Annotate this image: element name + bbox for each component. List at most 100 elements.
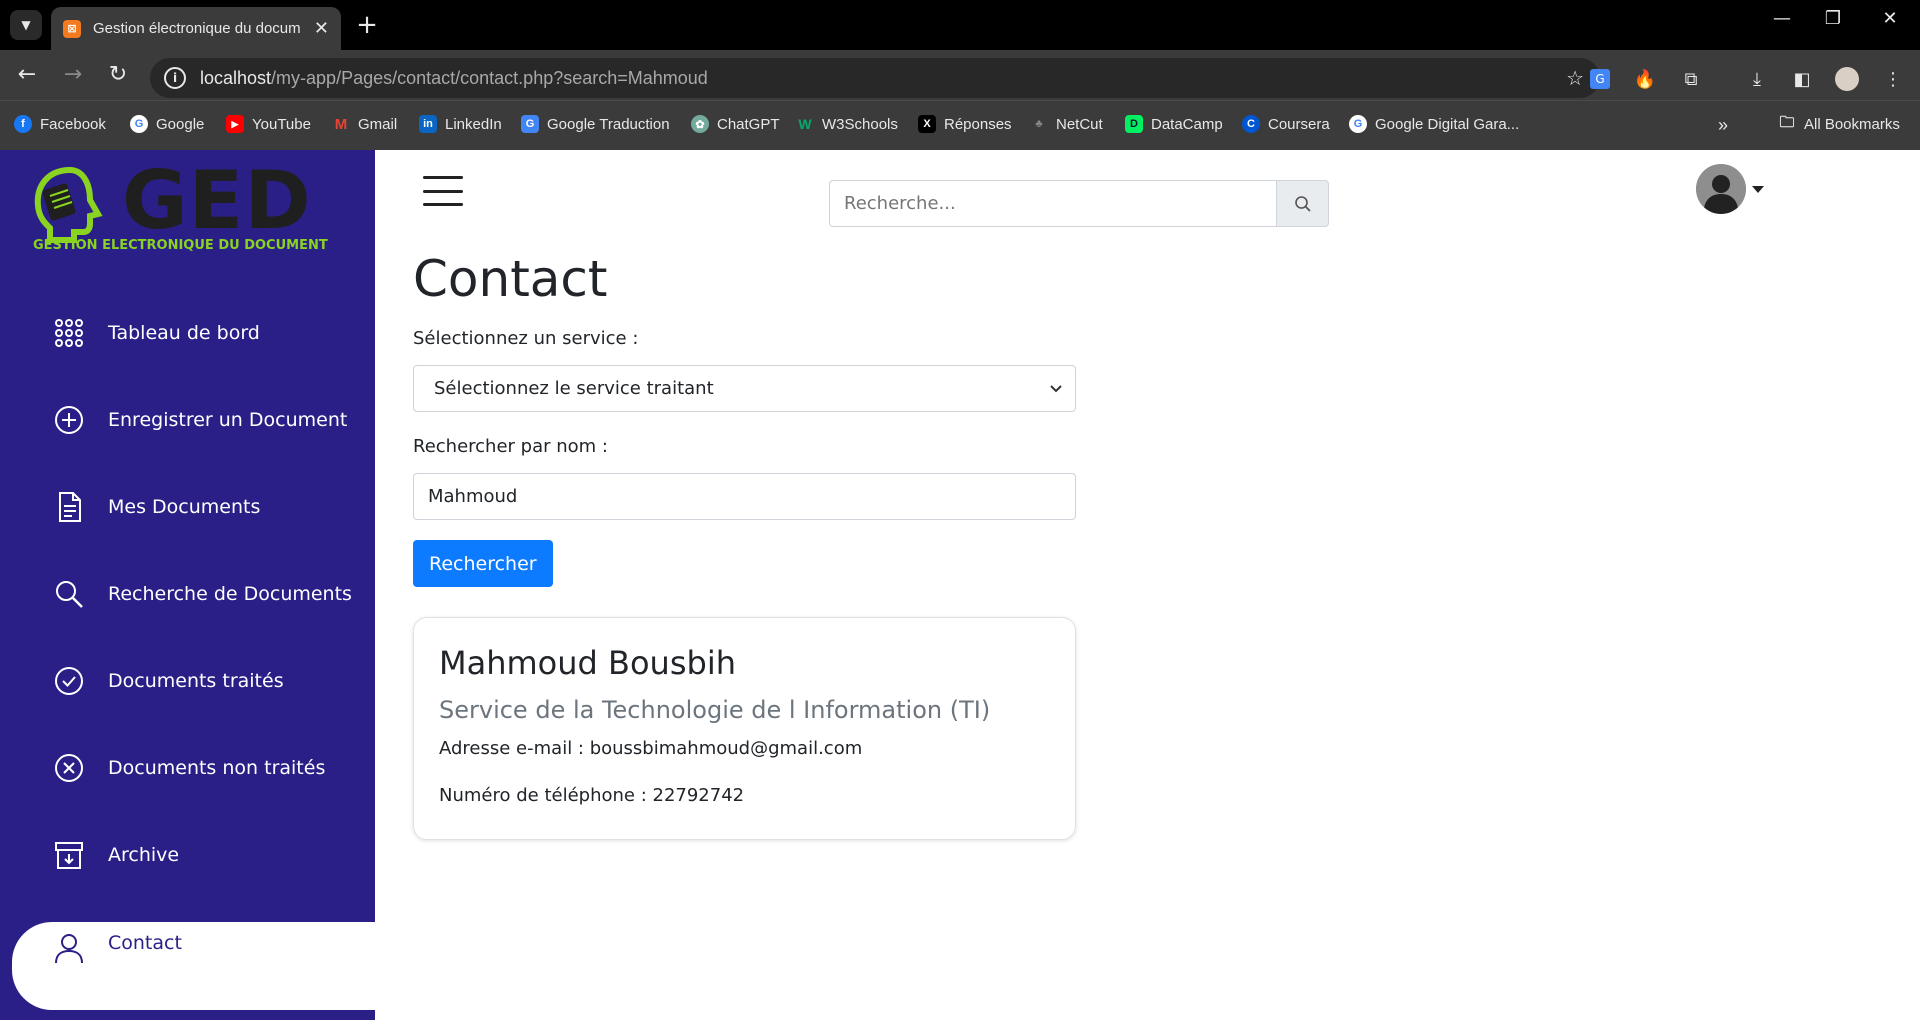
search-button[interactable]: Rechercher — [413, 540, 553, 587]
name-label: Rechercher par nom : — [413, 436, 608, 457]
sidebar-item-label: Tableau de bord — [108, 322, 260, 344]
bookmark-w3schools[interactable]: W W3Schools — [796, 115, 898, 133]
contact-email: Adresse e-mail : boussbimahmoud@gmail.co… — [439, 738, 863, 759]
bookmark-label: Google Traduction — [547, 115, 670, 133]
sidebar-item-documents-non-traites[interactable]: Documents non traités — [0, 733, 375, 803]
xampp-favicon-icon: ⊠ — [63, 19, 81, 38]
contact-card: Mahmoud Bousbih Service de la Technologi… — [413, 617, 1076, 840]
bookmark-reponses[interactable]: X Réponses — [918, 115, 1012, 133]
folder-icon: 🗀 — [1779, 113, 1795, 131]
bookmark-star-icon[interactable]: ☆ — [1566, 66, 1584, 90]
bookmark-google[interactable]: G Google — [130, 115, 204, 133]
sidebar-item-archive[interactable]: Archive — [0, 820, 375, 890]
bookmark-google-digital[interactable]: G Google Digital Gara... — [1349, 115, 1519, 133]
netcut-icon: ♣ — [1035, 118, 1043, 130]
address-bar[interactable]: i localhost/my-app/Pages/contact/contact… — [150, 58, 1600, 98]
search-icon — [1294, 195, 1311, 212]
user-icon — [52, 932, 86, 966]
side-panel-icon[interactable]: ◧ — [1789, 66, 1815, 92]
check-circle-icon — [52, 664, 86, 698]
sidebar-item-documents-traites[interactable]: Documents traités — [0, 646, 375, 716]
browser-tab[interactable]: ⊠ Gestion électronique du docum ✕ — [51, 7, 341, 50]
sidebar: GED GESTION ELECTRONIQUE DU DOCUMENT Tab… — [0, 150, 375, 1020]
extensions-puzzle-icon[interactable]: ⧉ — [1678, 66, 1704, 92]
sidebar-item-mes-documents[interactable]: Mes Documents — [0, 472, 375, 542]
bookmark-datacamp[interactable]: D DataCamp — [1125, 115, 1223, 133]
document-icon — [52, 490, 86, 524]
all-bookmarks-label: All Bookmarks — [1804, 115, 1900, 133]
bookmark-gmail[interactable]: M Gmail — [332, 115, 397, 133]
name-search-input[interactable] — [413, 473, 1076, 520]
site-info-icon[interactable]: i — [164, 67, 186, 89]
bookmark-label: Gmail — [358, 115, 398, 133]
sidebar-item-label: Documents traités — [108, 670, 284, 692]
bookmark-google-traduction[interactable]: G Google Traduction — [521, 115, 670, 133]
sidebar-item-tableau-de-bord[interactable]: Tableau de bord — [0, 298, 375, 368]
bookmark-linkedin[interactable]: in LinkedIn — [419, 115, 502, 133]
sidebar-item-recherche[interactable]: Recherche de Documents — [0, 559, 375, 629]
menu-dots-icon[interactable]: ⋮ — [1880, 66, 1906, 92]
plus-circle-icon — [52, 403, 86, 437]
download-icon[interactable]: ⤓ — [1744, 66, 1770, 92]
url-host: localhost — [200, 67, 272, 88]
bookmark-coursera[interactable]: C Coursera — [1242, 115, 1330, 133]
bookmark-netcut[interactable]: ♣ NetCut — [1030, 115, 1103, 133]
bookmark-label: Facebook — [40, 115, 106, 133]
bookmark-label: NetCut — [1056, 115, 1103, 133]
sidebar-item-label: Documents non traités — [108, 757, 326, 779]
forward-icon[interactable]: → — [58, 62, 88, 90]
reload-icon[interactable]: ↻ — [103, 62, 133, 90]
all-bookmarks-folder[interactable]: 🗀 All Bookmarks — [1778, 113, 1900, 133]
tab-title: Gestion électronique du docum — [93, 20, 301, 37]
sidebar-item-enregistrer[interactable]: Enregistrer un Document — [0, 385, 375, 455]
bookmark-youtube[interactable]: ▶ YouTube — [226, 115, 311, 133]
service-select[interactable]: Sélectionnez le service traitant — [413, 365, 1076, 412]
bookmark-chatgpt[interactable]: ✿ ChatGPT — [691, 115, 780, 133]
x-circle-icon — [52, 751, 86, 785]
bookmark-label: ChatGPT — [717, 115, 780, 133]
top-search-input[interactable] — [829, 180, 1277, 227]
chevron-down-icon — [1050, 384, 1062, 392]
minimize-icon[interactable]: — — [1762, 8, 1802, 29]
new-tab-button[interactable]: + — [352, 10, 382, 40]
bookmarks-bar: f Facebook G Google ▶ YouTube M Gmail in Link… — [0, 100, 1920, 150]
gmail-icon: M — [334, 115, 348, 133]
top-search — [829, 180, 1329, 227]
coursera-icon: C — [1242, 115, 1260, 133]
hamburger-menu-icon[interactable] — [423, 176, 463, 206]
facebook-icon: f — [14, 115, 32, 133]
sidebar-item-label: Enregistrer un Document — [108, 409, 348, 431]
google-icon: G — [130, 115, 148, 133]
bookmark-label: DataCamp — [1151, 115, 1223, 133]
archive-icon — [52, 838, 86, 872]
linkedin-icon: in — [419, 115, 437, 133]
more-bookmarks-icon[interactable]: » — [1718, 115, 1728, 136]
user-menu[interactable] — [1696, 164, 1764, 214]
restore-icon[interactable]: ❐ — [1813, 8, 1853, 29]
tab-list-button[interactable]: ▼ — [10, 10, 42, 40]
profile-icon[interactable] — [1834, 66, 1860, 92]
w3schools-icon: W — [798, 116, 812, 132]
url-text: localhost/my-app/Pages/contact/contact.p… — [200, 68, 708, 89]
translate-icon: G — [521, 115, 539, 133]
bookmark-label: Coursera — [1268, 115, 1330, 133]
tab-close-icon[interactable]: ✕ — [314, 18, 329, 39]
back-icon[interactable]: ← — [12, 62, 42, 90]
top-search-button[interactable] — [1277, 180, 1329, 227]
translate-extension-icon[interactable]: G — [1587, 66, 1613, 92]
sidebar-item-contact[interactable]: Contact — [12, 922, 375, 1010]
bookmark-facebook[interactable]: f Facebook — [14, 115, 106, 133]
main-content: Contact Sélectionnez un service : Sélect… — [413, 250, 1076, 840]
datacamp-icon: D — [1125, 115, 1143, 133]
fire-extension-icon[interactable]: 🔥 — [1632, 66, 1658, 92]
search-icon — [52, 577, 86, 611]
web-page: GED GESTION ELECTRONIQUE DU DOCUMENT Tab… — [0, 150, 1920, 1020]
ged-logo: GED GESTION ELECTRONIQUE DU DOCUMENT — [30, 154, 330, 253]
contact-phone: Numéro de téléphone : 22792742 — [439, 785, 745, 806]
bookmark-label: W3Schools — [822, 115, 898, 133]
bookmark-label: Réponses — [944, 115, 1012, 133]
close-window-icon[interactable]: ✕ — [1870, 8, 1910, 29]
chevron-down-icon — [1752, 185, 1764, 193]
dashboard-grid-icon — [52, 316, 86, 350]
google-icon: G — [1349, 115, 1367, 133]
